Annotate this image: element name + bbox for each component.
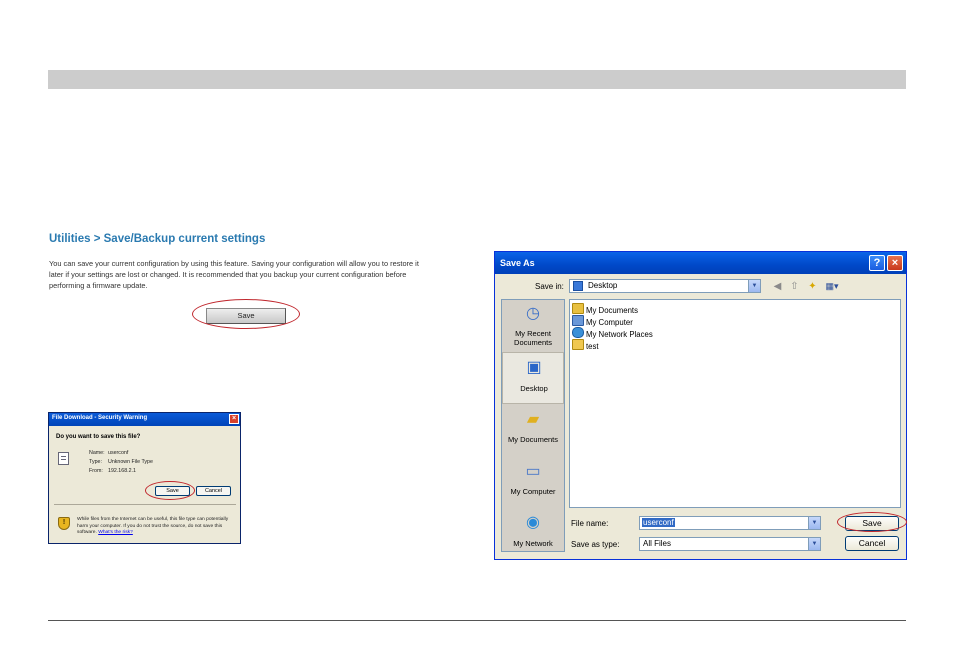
place-recent-documents[interactable]: ◷ My Recent Documents (502, 300, 564, 352)
from-value: 192.168.2.1 (108, 468, 136, 474)
highlight-ellipse (192, 299, 300, 329)
highlight-ellipse (145, 481, 195, 500)
place-label: My Recent Documents (514, 329, 552, 347)
type-label: Type: (89, 459, 102, 465)
place-my-network[interactable]: ◉ My Network (502, 508, 564, 560)
save-in-label: Save in: (535, 282, 564, 291)
list-item[interactable]: My Network Places (572, 327, 653, 339)
places-bar: ◷ My Recent Documents ▣ Desktop ▰ My Doc… (501, 299, 565, 552)
section-heading: Utilities > Save/Backup current settings (49, 233, 266, 245)
save-as-dialog: Save As ? × Save in: Desktop ▼ ◀ ⇧ ✦ ▦▾ … (494, 251, 907, 560)
save-as-type-dropdown[interactable]: All Files ▼ (639, 537, 821, 551)
new-folder-icon[interactable]: ✦ (806, 280, 819, 293)
save-in-value: Desktop (588, 281, 618, 290)
file-name: My Computer (586, 318, 633, 327)
from-label: From: (89, 468, 103, 474)
chevron-down-icon[interactable]: ▼ (748, 280, 760, 292)
file-name: test (586, 342, 599, 351)
shield-warning-icon: ! (58, 517, 70, 530)
my-documents-icon: ▰ (526, 411, 540, 428)
dialog-title: File Download - Security Warning (52, 415, 148, 421)
help-button[interactable]: ? (869, 255, 885, 271)
save-in-dropdown[interactable]: Desktop ▼ (569, 279, 761, 293)
chevron-down-icon[interactable]: ▼ (808, 538, 820, 550)
dialog-titlebar: Save As ? × (495, 252, 906, 274)
dialog-question: Do you want to save this file? (56, 434, 141, 440)
risk-link[interactable]: What's the risk? (98, 530, 133, 535)
desktop-icon: ▣ (526, 359, 542, 376)
name-value: userconf (108, 450, 129, 456)
file-name-value: userconf (642, 518, 675, 527)
divider (54, 504, 236, 505)
network-places-icon (572, 327, 584, 338)
up-folder-icon[interactable]: ⇧ (788, 280, 801, 293)
name-label: Name: (89, 450, 105, 456)
close-icon[interactable]: × (887, 255, 903, 271)
file-name-input[interactable]: userconf ▼ (639, 516, 821, 530)
security-warning-text: While files from the Internet can be use… (77, 517, 237, 537)
folder-documents-icon (572, 303, 584, 314)
dialog-titlebar: File Download - Security Warning × (49, 413, 240, 426)
place-label: My Documents (507, 435, 558, 444)
computer-icon (572, 315, 584, 326)
file-download-dialog: File Download - Security Warning × Do yo… (48, 412, 241, 544)
section-description: You can save your current configuration … (49, 259, 419, 290)
my-computer-icon: ▭ (525, 463, 541, 480)
back-icon[interactable]: ◀ (771, 280, 784, 293)
place-label: My Computer (510, 487, 556, 496)
footer-rule (48, 620, 906, 621)
folder-icon (572, 339, 584, 350)
header-band (48, 70, 906, 89)
cancel-button[interactable]: Cancel (845, 536, 899, 551)
list-item[interactable]: My Computer (572, 315, 633, 327)
place-my-documents[interactable]: ▰ My Documents (502, 404, 564, 456)
highlight-ellipse (837, 512, 907, 532)
file-icon (58, 452, 69, 465)
place-my-computer[interactable]: ▭ My Computer (502, 456, 564, 508)
save-as-type-value: All Files (643, 539, 672, 548)
dialog-title: Save As (500, 258, 535, 268)
file-name-label: File name: (571, 519, 609, 528)
place-label: Desktop (520, 384, 548, 393)
file-name: My Documents (586, 306, 638, 315)
list-item[interactable]: My Documents (572, 303, 638, 315)
place-label: My Network (513, 539, 553, 548)
cancel-button[interactable]: Cancel (196, 486, 231, 496)
file-name: My Network Places (586, 330, 653, 339)
type-value: Unknown File Type (108, 459, 153, 465)
file-list: My Documents My Computer My Network Plac… (569, 299, 901, 508)
views-menu-icon[interactable]: ▦▾ (823, 280, 841, 293)
chevron-down-icon[interactable]: ▼ (808, 517, 820, 529)
save-as-type-label: Save as type: (571, 540, 620, 549)
close-icon[interactable]: × (229, 414, 239, 424)
desktop-icon (573, 281, 583, 291)
place-desktop[interactable]: ▣ Desktop (502, 352, 564, 404)
list-item[interactable]: test (572, 339, 599, 351)
my-network-icon: ◉ (526, 514, 540, 531)
recent-documents-icon: ◷ (526, 305, 540, 322)
